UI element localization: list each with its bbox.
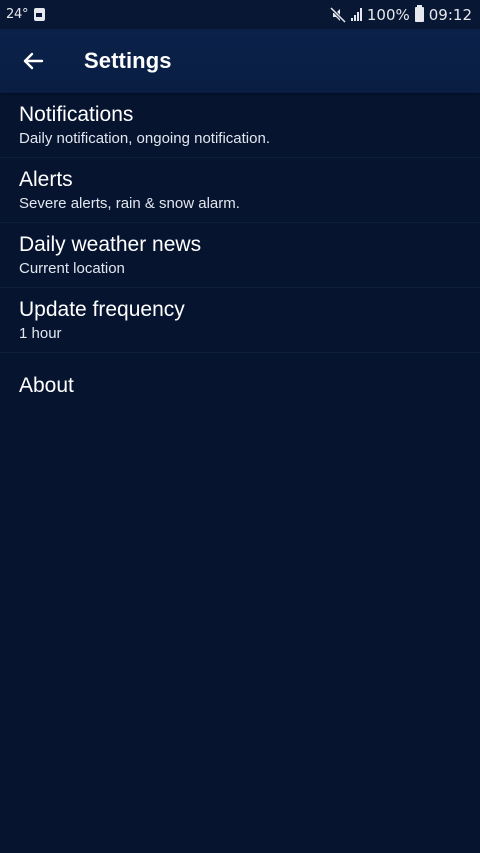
battery-icon bbox=[414, 5, 424, 22]
status-bar-right: 100% 09:12 bbox=[329, 5, 472, 24]
settings-item-title: Update frequency bbox=[19, 298, 185, 321]
settings-item-subtitle: Daily notification, ongoing notification… bbox=[19, 130, 270, 147]
temperature-text: 24° bbox=[6, 7, 29, 22]
settings-list: Notifications Daily notification, ongoin… bbox=[0, 93, 480, 419]
page-title: Settings bbox=[84, 48, 172, 73]
settings-item-title: Notifications bbox=[19, 103, 134, 126]
settings-item-update-frequency[interactable]: Update frequency 1 hour bbox=[0, 288, 480, 353]
settings-item-title: Daily weather news bbox=[19, 233, 202, 256]
notification-app-icon bbox=[34, 8, 46, 21]
settings-item-subtitle: Current location bbox=[19, 260, 125, 277]
arrow-left-icon bbox=[23, 52, 44, 70]
status-bar-left: 24° bbox=[6, 7, 46, 22]
back-button[interactable] bbox=[11, 39, 55, 83]
status-bar: 24° 100% 09:12 bbox=[0, 0, 480, 29]
battery-percent-text: 100% bbox=[366, 5, 410, 24]
settings-item-title: Alerts bbox=[19, 168, 73, 191]
mute-icon bbox=[329, 6, 346, 23]
settings-item-alerts[interactable]: Alerts Severe alerts, rain & snow alarm. bbox=[0, 158, 480, 223]
app-bar: Settings bbox=[0, 29, 480, 93]
settings-item-title: About bbox=[19, 374, 74, 397]
settings-item-subtitle: Severe alerts, rain & snow alarm. bbox=[19, 195, 240, 212]
settings-item-subtitle: 1 hour bbox=[19, 325, 62, 342]
clock-text: 09:12 bbox=[428, 5, 472, 24]
screen: 24° 100% 09:12 Settings Notifications Da… bbox=[0, 0, 480, 853]
settings-item-notifications[interactable]: Notifications Daily notification, ongoin… bbox=[0, 93, 480, 158]
signal-icon bbox=[350, 8, 362, 21]
settings-item-daily-weather-news[interactable]: Daily weather news Current location bbox=[0, 223, 480, 288]
settings-item-about[interactable]: About bbox=[0, 353, 480, 419]
